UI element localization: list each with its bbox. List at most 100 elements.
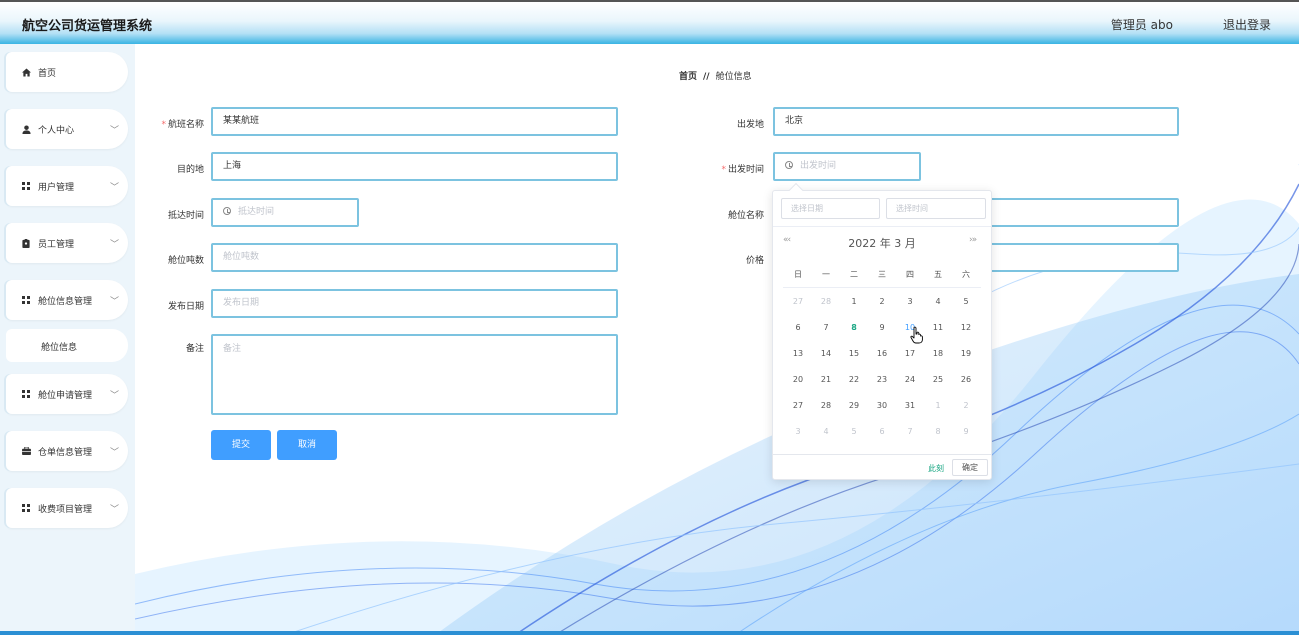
remark-textarea[interactable]: 备注 — [211, 334, 618, 415]
calendar-day-other-month[interactable]: 9 — [952, 419, 980, 445]
sidebar: 首页 个人中心 ﹀ 用户管理 ﹀ 员工管理 ﹀ 舱位信息管理 ﹀ 舱位信息 舱位… — [0, 44, 135, 635]
chevron-down-icon: ﹀ — [109, 448, 119, 458]
sidebar-item-manifest-mgmt[interactable]: 仓单信息管理 ﹀ — [6, 431, 128, 471]
publish-date-input[interactable]: 发布日期 — [211, 289, 618, 318]
calendar-day-other-month[interactable]: 1 — [924, 393, 952, 419]
sidebar-item-label: 仓单信息管理 — [38, 448, 93, 458]
depart-time-label: * 出发时间 — [721, 165, 764, 175]
weekday-label: 日 — [794, 270, 802, 279]
next-month-year-icon[interactable]: ›» — [969, 235, 977, 245]
sidebar-item-label: 收费项目管理 — [38, 505, 93, 515]
picker-date-input[interactable]: 选择日期 — [781, 198, 880, 219]
calendar-day[interactable]: 26 — [952, 367, 980, 393]
calendar-day-other-month[interactable]: 4 — [812, 419, 840, 445]
calendar-day[interactable]: 23 — [868, 367, 896, 393]
calendar-day[interactable]: 28 — [812, 393, 840, 419]
calendar-day[interactable]: 31 — [896, 393, 924, 419]
breadcrumb-home[interactable]: 首页 — [679, 72, 697, 82]
hand-cursor-icon — [910, 326, 923, 344]
logout-link[interactable]: 退出登录 — [1223, 16, 1271, 33]
calendar-day-other-month[interactable]: 3 — [784, 419, 812, 445]
calendar-day[interactable]: 11 — [924, 315, 952, 341]
arrive-time-input[interactable]: 抵达时间 — [211, 198, 359, 227]
calendar-day[interactable]: 6 — [784, 315, 812, 341]
sidebar-subitem-cabin-info[interactable]: 舱位信息 — [6, 329, 128, 362]
calendar-day[interactable]: 25 — [924, 367, 952, 393]
now-link[interactable]: 此刻 — [928, 463, 944, 474]
publish-date-label: 发布日期 — [167, 302, 204, 312]
sidebar-item-users[interactable]: 用户管理 ﹀ — [6, 166, 128, 206]
confirm-button[interactable]: 确定 — [952, 459, 988, 476]
calendar-day-other-month[interactable]: 5 — [840, 419, 868, 445]
calendar-day[interactable]: 14 — [812, 341, 840, 367]
calendar-day[interactable]: 30 — [868, 393, 896, 419]
chevron-down-icon: ﹀ — [109, 126, 119, 136]
sidebar-item-fee-mgmt[interactable]: 收费项目管理 ﹀ — [6, 488, 128, 528]
cabin-tons-input[interactable]: 舱位吨数 — [211, 243, 618, 272]
sidebar-item-home[interactable]: 首页 — [6, 52, 128, 92]
breadcrumb: 首页 // 舱位信息 — [679, 69, 752, 82]
calendar-day[interactable]: 1 — [840, 289, 868, 315]
calendar-day[interactable]: 27 — [784, 393, 812, 419]
calendar-day[interactable]: 18 — [924, 341, 952, 367]
calendar-day-other-month[interactable]: 6 — [868, 419, 896, 445]
user-icon — [21, 124, 31, 134]
calendar-day[interactable]: 7 — [812, 315, 840, 341]
chevron-down-icon: ﹀ — [109, 505, 119, 515]
depart-time-input[interactable]: 出发时间 — [773, 152, 921, 181]
sidebar-item-profile[interactable]: 个人中心 ﹀ — [6, 109, 128, 149]
chevron-down-icon: ﹀ — [109, 297, 119, 307]
picker-time-input[interactable]: 选择时间 — [886, 198, 986, 219]
calendar-day[interactable]: 24 — [896, 367, 924, 393]
calendar-day-other-month[interactable]: 28 — [812, 289, 840, 315]
sidebar-item-label: 个人中心 — [38, 126, 75, 136]
required-mark: * — [721, 165, 726, 175]
submit-button[interactable]: 提交 — [211, 430, 271, 460]
picker-month-title[interactable]: 2022 年 3 月 — [773, 235, 991, 251]
calendar-day[interactable]: 19 — [952, 341, 980, 367]
calendar-day-other-month[interactable]: 2 — [952, 393, 980, 419]
sidebar-item-cabin-apply-mgmt[interactable]: 舱位申请管理 ﹀ — [6, 374, 128, 414]
calendar-day[interactable]: 16 — [868, 341, 896, 367]
calendar-day-other-month[interactable]: 8 — [924, 419, 952, 445]
sidebar-item-label: 舱位信息管理 — [38, 297, 93, 307]
weekday-label: 六 — [962, 270, 970, 279]
chevron-down-icon: ﹀ — [109, 183, 119, 193]
flight-name-input[interactable]: 某某航班 — [211, 107, 618, 136]
calendar-day-other-month[interactable]: 27 — [784, 289, 812, 315]
briefcase-icon — [21, 446, 31, 456]
calendar-day[interactable]: 4 — [924, 289, 952, 315]
calendar-day[interactable]: 2 — [868, 289, 896, 315]
prev-year-month-icon[interactable]: «‹ — [783, 235, 791, 245]
calendar-day[interactable]: 17 — [896, 341, 924, 367]
calendar-day[interactable]: 3 — [896, 289, 924, 315]
remark-label: 备注 — [185, 344, 204, 354]
required-mark: * — [161, 120, 166, 130]
clock-icon — [785, 161, 793, 169]
calendar-day[interactable]: 20 — [784, 367, 812, 393]
origin-input[interactable]: 北京 — [773, 107, 1179, 136]
calendar-day[interactable]: 15 — [840, 341, 868, 367]
chevron-down-icon: ﹀ — [109, 391, 119, 401]
destination-input[interactable]: 上海 — [211, 152, 618, 181]
calendar-day[interactable]: 21 — [812, 367, 840, 393]
calendar-day[interactable]: 8 — [840, 315, 868, 341]
weekday-label: 五 — [934, 270, 942, 279]
sidebar-item-staff[interactable]: 员工管理 ﹀ — [6, 223, 128, 263]
calendar-day[interactable]: 12 — [952, 315, 980, 341]
cabin-name-label: 舱位名称 — [727, 211, 764, 221]
weekday-label: 二 — [850, 270, 858, 279]
calendar-day[interactable]: 13 — [784, 341, 812, 367]
origin-label: 出发地 — [736, 120, 764, 130]
calendar-day[interactable]: 29 — [840, 393, 868, 419]
calendar-day[interactable]: 5 — [952, 289, 980, 315]
calendar-day[interactable]: 22 — [840, 367, 868, 393]
top-bar: 航空公司货运管理系统 管理员 abo 退出登录 — [0, 0, 1299, 44]
calendar-day[interactable]: 9 — [868, 315, 896, 341]
chevron-down-icon: ﹀ — [109, 240, 119, 250]
cabin-tons-label: 舱位吨数 — [167, 256, 204, 266]
calendar-day-other-month[interactable]: 7 — [896, 419, 924, 445]
breadcrumb-current: 舱位信息 — [715, 72, 752, 82]
sidebar-item-cabin-info-mgmt[interactable]: 舱位信息管理 ﹀ — [6, 280, 128, 320]
cancel-button[interactable]: 取消 — [277, 430, 337, 460]
